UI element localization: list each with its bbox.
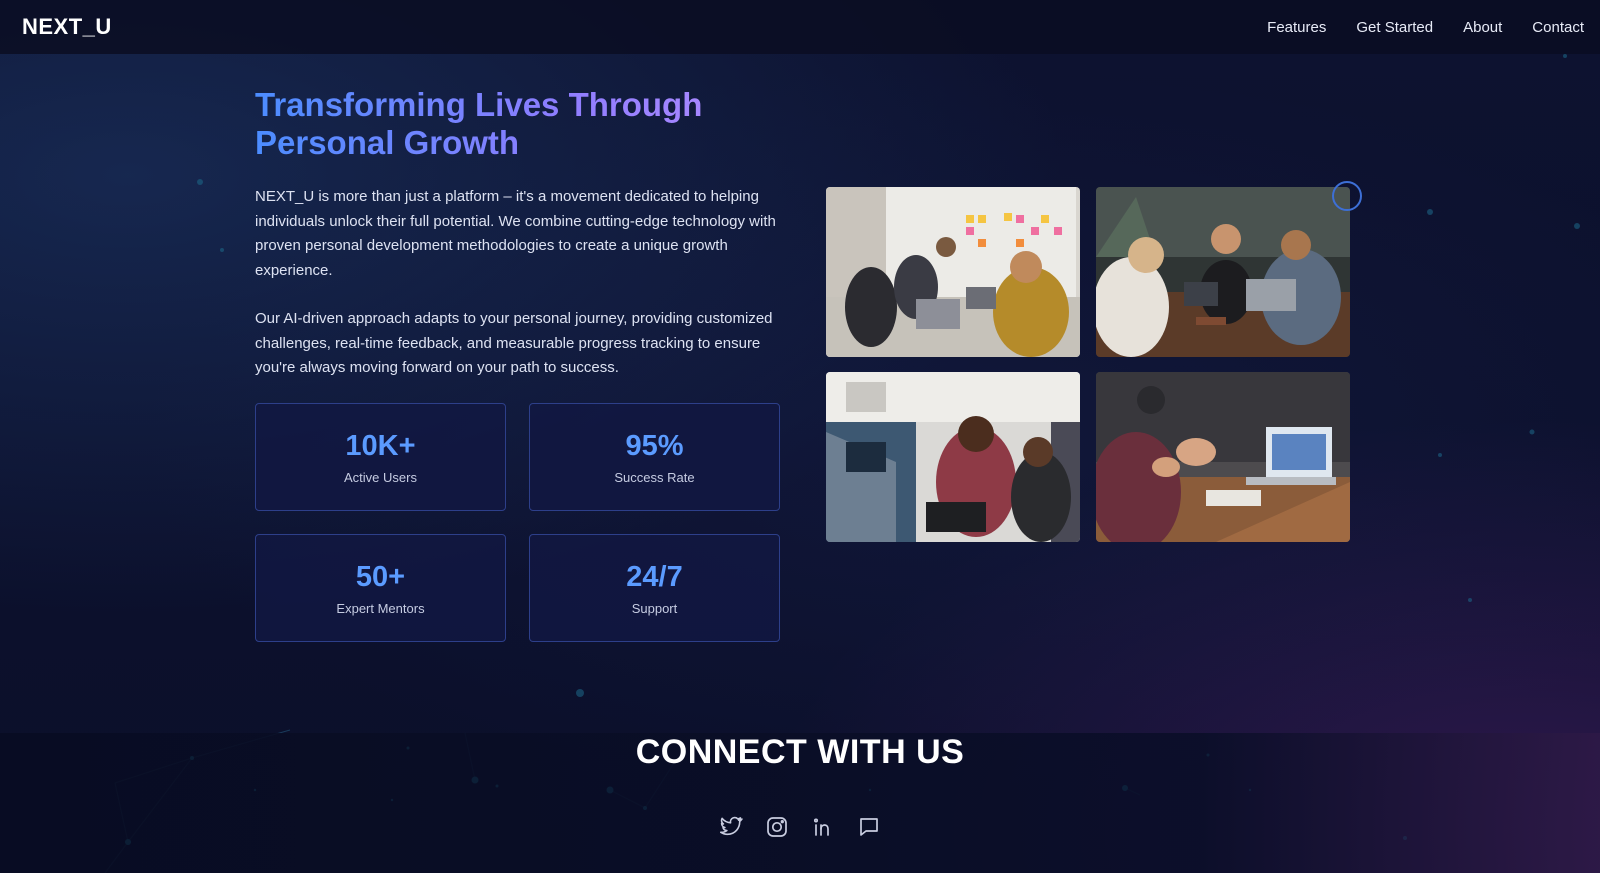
meeting-laptop-photo <box>1096 372 1350 542</box>
stat-value: 50+ <box>355 560 406 593</box>
nav-link-features[interactable]: Features <box>1267 19 1326 36</box>
stat-label: Support <box>631 600 678 616</box>
top-navbar: NEXT_U Features Get Started About Contac… <box>0 0 1600 54</box>
stat-label: Success Rate <box>614 469 695 485</box>
coding-team-photo <box>826 372 1080 542</box>
linkedin-icon[interactable] <box>810 814 836 840</box>
nav-links: Features Get Started About Contact <box>1237 19 1584 36</box>
nav-link-get-started[interactable]: Get Started <box>1356 19 1433 36</box>
connect-title: CONNECT WITH US <box>635 733 965 771</box>
stat-card-active-users: 10K+ Active Users <box>255 403 506 511</box>
stat-label: Active Users <box>344 469 417 485</box>
stat-label: Expert Mentors <box>336 600 425 616</box>
hero-paragraph-intro: NEXT_U is more than just a platform – it… <box>255 188 776 279</box>
stat-card-support: 24/7 Support <box>529 534 780 642</box>
social-links <box>718 814 882 840</box>
hero-paragraph-approach: Our AI-driven approach adapts to your pe… <box>255 310 773 376</box>
brand-logo[interactable]: NEXT_U <box>22 14 112 40</box>
twitter-icon[interactable] <box>718 814 744 840</box>
chat-icon[interactable] <box>856 814 882 840</box>
stat-card-expert-mentors: 50+ Expert Mentors <box>255 534 506 642</box>
stat-value: 24/7 <box>626 560 683 593</box>
stat-card-success-rate: 95% Success Rate <box>529 403 780 511</box>
nav-link-contact[interactable]: Contact <box>1532 19 1584 36</box>
cafe-laptop-photo <box>1096 187 1350 357</box>
nav-link-about[interactable]: About <box>1463 19 1502 36</box>
stat-value: 95% <box>625 429 684 462</box>
instagram-icon[interactable] <box>764 814 790 840</box>
team-whiteboard-photo <box>826 187 1080 357</box>
stat-value: 10K+ <box>345 429 416 462</box>
hero-title: Transforming Lives Through Personal Grow… <box>255 86 775 162</box>
cursor-ring-indicator <box>1332 181 1362 211</box>
